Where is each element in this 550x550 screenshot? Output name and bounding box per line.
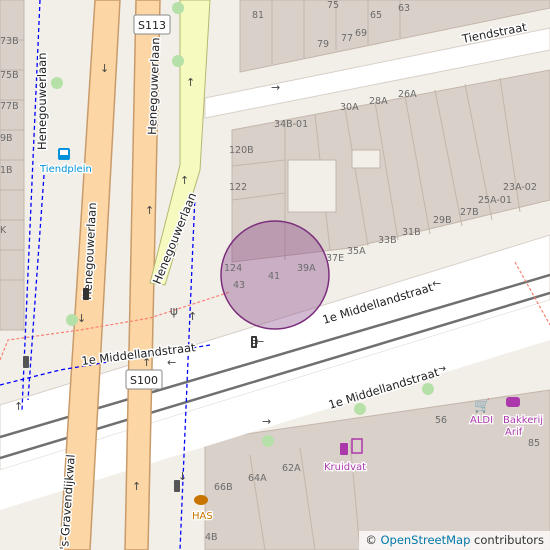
house-number: 26A [398, 89, 417, 100]
house-number: 41 [268, 271, 280, 282]
house-number: 75 [327, 0, 339, 11]
traffic-signals-icon [251, 336, 257, 348]
attribution: © OpenStreetMap contributors [359, 531, 550, 550]
fast-food-icon [194, 495, 208, 505]
house-number: 33B [378, 235, 397, 246]
svg-text:←: ← [432, 277, 441, 290]
svg-text:↑: ↑ [188, 310, 197, 323]
attribution-link[interactable]: OpenStreetMap [380, 533, 470, 547]
svg-text:HAS: HAS [192, 511, 213, 522]
chemist-icon [340, 443, 348, 455]
map-view[interactable]: ↓ ↑ ↓ ↑ ↓ ↑ ↑ ↑ ↑ → ← ← ← → → ↑ ↓ 81 75 65 63 79… [0, 0, 550, 550]
house-number: 73B [0, 36, 19, 47]
house-number: 79 [317, 39, 329, 50]
house-number: 56 [435, 415, 447, 426]
svg-text:Bakkerij: Bakkerij [503, 415, 543, 426]
house-number: 77 [341, 33, 353, 44]
courtyard [287, 159, 337, 213]
house-number: 25A-01 [478, 195, 512, 206]
svg-text:←: ← [167, 356, 176, 369]
house-number: 62A [282, 463, 301, 474]
house-number: 85 [528, 438, 540, 449]
shopping-cart-icon: 🛒 [474, 398, 490, 414]
bakery-icon [506, 397, 520, 407]
house-number: 37E [326, 253, 344, 264]
house-number: 4B [205, 532, 218, 543]
house-number: 23A-02 [503, 182, 537, 193]
svg-text:Kruidvat: Kruidvat [324, 462, 366, 473]
house-number: 31B [402, 227, 421, 238]
traffic-signals-icon [23, 356, 29, 368]
map-canvas[interactable]: ↓↑ ↓↑ ↓↑ ↑↑ ↑ →← ←← →→ ↑↓ 81 75 65 63 79… [0, 0, 550, 550]
svg-text:Arif: Arif [505, 427, 523, 438]
house-number: 35A [347, 246, 366, 257]
house-number: 64A [248, 473, 267, 484]
attribution-suffix: contributors [470, 533, 544, 547]
svg-text:S100: S100 [130, 374, 158, 387]
route-shield-s113: S113 [133, 14, 171, 35]
house-number: 28A [369, 96, 388, 107]
antenna-icon: ψ [170, 304, 178, 318]
poi-aldi[interactable]: 🛒 ALDI [469, 398, 495, 427]
house-number: 124 [224, 263, 242, 274]
house-number: 1B [0, 165, 13, 176]
attribution-prefix: © [365, 533, 381, 547]
house-number: 63 [398, 3, 410, 14]
house-number: 75B [0, 70, 19, 81]
svg-text:↑: ↑ [145, 204, 154, 217]
svg-text:Tiendplein: Tiendplein [39, 164, 92, 175]
house-number: K [0, 225, 7, 236]
house-number: 66B [214, 482, 233, 493]
house-number: 39A [297, 263, 316, 274]
house-number: 30A [340, 102, 359, 113]
house-number: 77B [0, 101, 19, 112]
svg-text:→: → [271, 81, 280, 94]
route-shield-s100: S100 [125, 369, 163, 390]
house-number: 69 [355, 28, 367, 39]
svg-text:ALDI: ALDI [470, 415, 493, 426]
house-number: 43 [233, 280, 245, 291]
svg-text:→: → [262, 415, 271, 428]
traffic-signals-icon [174, 480, 180, 492]
house-number: 27B [460, 207, 479, 218]
house-number: 29B [433, 215, 452, 226]
traffic-signals-icon [83, 288, 89, 300]
svg-text:↓: ↓ [77, 312, 86, 325]
courtyard-small [351, 149, 381, 169]
house-number: 34B-01 [274, 119, 308, 130]
svg-text:↑: ↑ [132, 480, 141, 493]
svg-text:↑: ↑ [186, 76, 195, 89]
house-number: 9B [0, 133, 13, 144]
svg-text:↓: ↓ [100, 62, 109, 75]
house-number: 120B [229, 145, 254, 156]
svg-text:↑: ↑ [14, 400, 23, 413]
svg-text:↑: ↑ [180, 174, 189, 187]
house-number: 81 [252, 10, 264, 21]
house-number: 122 [229, 182, 247, 193]
house-number: 65 [370, 10, 382, 21]
svg-text:S113: S113 [138, 19, 166, 32]
street-label-henegouwerlaan-side: Henegouwerlaan [35, 53, 49, 151]
